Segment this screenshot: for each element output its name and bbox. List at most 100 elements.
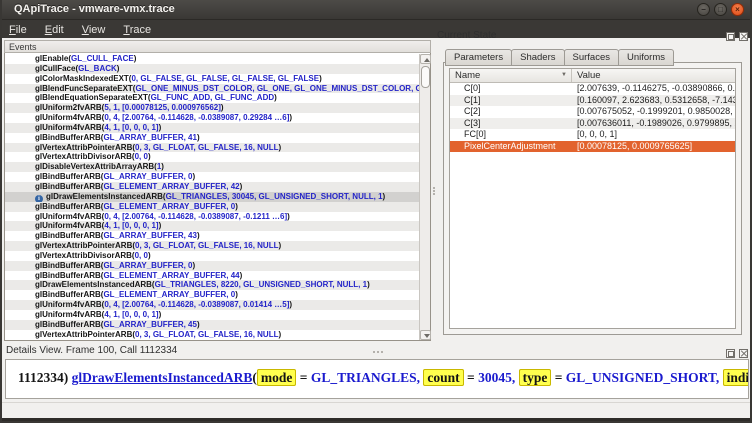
event-row[interactable]: glDrawElementsInstancedARB(GL_TRIANGLES,…: [5, 280, 430, 290]
event-args: GL_TRIANGLES, 8220, GL_UNSIGNED_SHORT, N…: [155, 280, 367, 289]
event-row[interactable]: glUniform4fvARB(4, 1, [0, 0, 0, 1]): [5, 221, 430, 231]
menu-item[interactable]: File: [0, 21, 36, 39]
event-row[interactable]: glBindBufferARB(GL_ARRAY_BUFFER, 43): [5, 231, 430, 241]
event-row[interactable]: glBindBufferARB(GL_ELEMENT_ARRAY_BUFFER,…: [5, 202, 430, 212]
scroll-up-arrow[interactable]: [420, 54, 431, 64]
uniform-row[interactable]: FC[0][0, 0, 0, 1]: [450, 129, 735, 141]
event-function: glDrawElementsInstancedARB: [46, 192, 163, 201]
uniform-row[interactable]: C[0][2.007639, -0.1146275, -0.03890866, …: [450, 83, 735, 95]
close-icon: ×: [732, 3, 743, 16]
event-row[interactable]: glUniform4fvARB(4, 1, [0, 0, 0, 1]): [5, 123, 430, 133]
uniform-row[interactable]: C[3][0.007636011, -0.1989026, 0.9799895,…: [450, 118, 735, 130]
maximize-button[interactable]: □: [714, 3, 727, 16]
uniform-name: C[0]: [450, 83, 572, 95]
uniform-value: [0.00078125, 0.0009765625]: [572, 141, 735, 153]
close-paren: ): [197, 320, 200, 329]
event-row[interactable]: glUniform4fvARB(0, 4, [2.00764, -0.11462…: [5, 300, 430, 310]
event-row[interactable]: glUniform4fvARB(0, 4, [2.00764, -0.11462…: [5, 212, 430, 222]
event-args: GL_ONE_MINUS_DST_COLOR, GL_ONE, GL_ONE_M…: [135, 84, 430, 93]
close-button[interactable]: ×: [731, 3, 744, 16]
event-row[interactable]: glDisableVertexAttribArrayARB(1): [5, 162, 430, 172]
event-args: 0, GL_FALSE, GL_FALSE, GL_FALSE, GL_FALS…: [131, 74, 319, 83]
column-header-name[interactable]: Name▼: [450, 69, 572, 82]
close-paren: ): [278, 143, 281, 152]
scroll-down-arrow[interactable]: [420, 330, 431, 340]
minimize-button[interactable]: −: [697, 3, 710, 16]
details-close-button[interactable]: [739, 349, 748, 358]
dock-close-button[interactable]: [739, 32, 748, 41]
call-function-link[interactable]: glDrawElementsInstancedARB: [72, 370, 253, 385]
event-row[interactable]: glBindBufferARB(GL_ELEMENT_ARRAY_BUFFER,…: [5, 182, 430, 192]
event-function: glBlendEquationSeparateEXT: [35, 93, 148, 102]
event-args: 4, 1, [0, 0, 0, 1]: [104, 310, 158, 319]
state-tab[interactable]: Parameters: [445, 49, 512, 66]
event-row[interactable]: glBindBufferARB(GL_ELEMENT_ARRAY_BUFFER,…: [5, 271, 430, 281]
close-paren: ): [134, 54, 137, 63]
event-function: glUniform4fvARB: [35, 221, 102, 230]
event-row[interactable]: glBindBufferARB(GL_ARRAY_BUFFER, 0): [5, 261, 430, 271]
event-row[interactable]: iglDrawElementsInstancedARB(GL_TRIANGLES…: [5, 192, 430, 202]
event-row[interactable]: glUniform4fvARB(0, 4, [2.00764, -0.11462…: [5, 113, 430, 123]
event-function: glVertexAttribPointerARB: [35, 330, 132, 339]
event-row[interactable]: glColorMaskIndexedEXT(0, GL_FALSE, GL_FA…: [5, 74, 430, 84]
events-panel-header: Events: [4, 40, 431, 53]
dock-float-button[interactable]: [726, 32, 735, 41]
param-name-chip: mode: [257, 369, 297, 386]
title-bar[interactable]: QApiTrace - vmware-vmx.trace − □ ×: [0, 0, 752, 20]
close-paren: ): [383, 192, 386, 201]
event-row[interactable]: glUniform4fvARB(4, 1, [0, 0, 0, 1]): [5, 310, 430, 320]
event-row[interactable]: glEnable(GL_CULL_FACE): [5, 54, 430, 64]
events-panel: Events glEnable(GL_CULL_FACE) glCullFace…: [4, 40, 431, 341]
event-args: GL_ARRAY_BUFFER, 0: [103, 172, 192, 181]
call-param: indices = NULL,: [723, 369, 749, 386]
event-row[interactable]: glBlendFuncSeparateEXT(GL_ONE_MINUS_DST_…: [5, 84, 430, 94]
event-row[interactable]: glVertexAttribDivisorARB(0, 0): [5, 152, 430, 162]
event-function: glUniform4fvARB: [35, 212, 102, 221]
details-dock: Details View. Frame 100, Call 1112334 11…: [4, 345, 750, 401]
event-function: glVertexAttribDivisorARB: [35, 251, 132, 260]
events-list[interactable]: glEnable(GL_CULL_FACE) glCullFace(GL_BAC…: [4, 53, 431, 341]
event-row[interactable]: glBlendEquationSeparateEXT(GL_FUNC_ADD, …: [5, 93, 430, 103]
param-value: 30045: [478, 370, 512, 385]
param-value: GL_UNSIGNED_SHORT: [566, 370, 716, 385]
event-function: glUniform4fvARB: [35, 310, 102, 319]
scrollbar-thumb[interactable]: [421, 66, 430, 88]
menu-item[interactable]: View: [73, 21, 115, 39]
menu-item[interactable]: Trace: [114, 21, 160, 39]
uniforms-rows[interactable]: C[0][2.007639, -0.1146275, -0.03890866, …: [450, 83, 735, 152]
event-row[interactable]: glVertexAttribPointerARB(0, 3, GL_FLOAT,…: [5, 330, 430, 340]
event-row[interactable]: glCullFace(GL_BACK): [5, 64, 430, 74]
event-row[interactable]: glBindBufferARB(GL_ARRAY_BUFFER, 45): [5, 320, 430, 330]
state-tab[interactable]: Uniforms: [618, 49, 674, 66]
close-paren: ): [287, 212, 290, 221]
event-row[interactable]: glVertexAttribDivisorARB(0, 0): [5, 251, 430, 261]
event-row[interactable]: glBindBufferARB(GL_ARRAY_BUFFER, 41): [5, 133, 430, 143]
uniforms-tab-pane: Name▼ Value C[0][2.007639, -0.1146275, -…: [443, 62, 742, 335]
close-paren: ): [278, 330, 281, 339]
close-paren: ): [319, 74, 322, 83]
event-args: GL_ELEMENT_ARRAY_BUFFER, 0: [103, 202, 235, 211]
events-scrollbar[interactable]: [419, 54, 430, 340]
state-tab[interactable]: Surfaces: [564, 49, 620, 66]
event-row[interactable]: glUniform2fvARB(5, 1, [0.00078125, 0.000…: [5, 103, 430, 113]
event-args: GL_BACK: [78, 64, 117, 73]
close-paren: ): [221, 103, 224, 112]
event-row[interactable]: glVertexAttribPointerARB(0, 3, GL_FLOAT,…: [5, 143, 430, 153]
call-param: count = 30045,: [423, 369, 518, 386]
uniform-row[interactable]: C[1][0.160097, 2.623683, 0.5312658, -7.1…: [450, 95, 735, 107]
event-row[interactable]: glVertexAttribPointerARB(0, 3, GL_FLOAT,…: [5, 241, 430, 251]
menu-item[interactable]: Edit: [36, 21, 73, 39]
column-header-value[interactable]: Value: [572, 69, 601, 82]
close-paren: ): [159, 123, 162, 132]
event-args: 0, 0: [135, 152, 148, 161]
uniforms-table-header: Name▼ Value: [450, 69, 735, 83]
current-state-dock: Current State ParametersShadersSurfacesU…: [435, 28, 750, 341]
state-tab[interactable]: Shaders: [511, 49, 564, 66]
uniform-row[interactable]: PixelCenterAdjustment[0.00078125, 0.0009…: [450, 141, 735, 153]
uniform-row[interactable]: C[2][0.007675052, -0.1999201, 0.9850028,…: [450, 106, 735, 118]
event-row[interactable]: glBindBufferARB(GL_ELEMENT_ARRAY_BUFFER,…: [5, 290, 430, 300]
close-paren: ): [193, 261, 196, 270]
event-row[interactable]: glBindBufferARB(GL_ARRAY_BUFFER, 0): [5, 172, 430, 182]
event-args: 0, 4, [2.00764, -0.114628, -0.0389087, 0…: [104, 113, 289, 122]
details-float-button[interactable]: [726, 349, 735, 358]
